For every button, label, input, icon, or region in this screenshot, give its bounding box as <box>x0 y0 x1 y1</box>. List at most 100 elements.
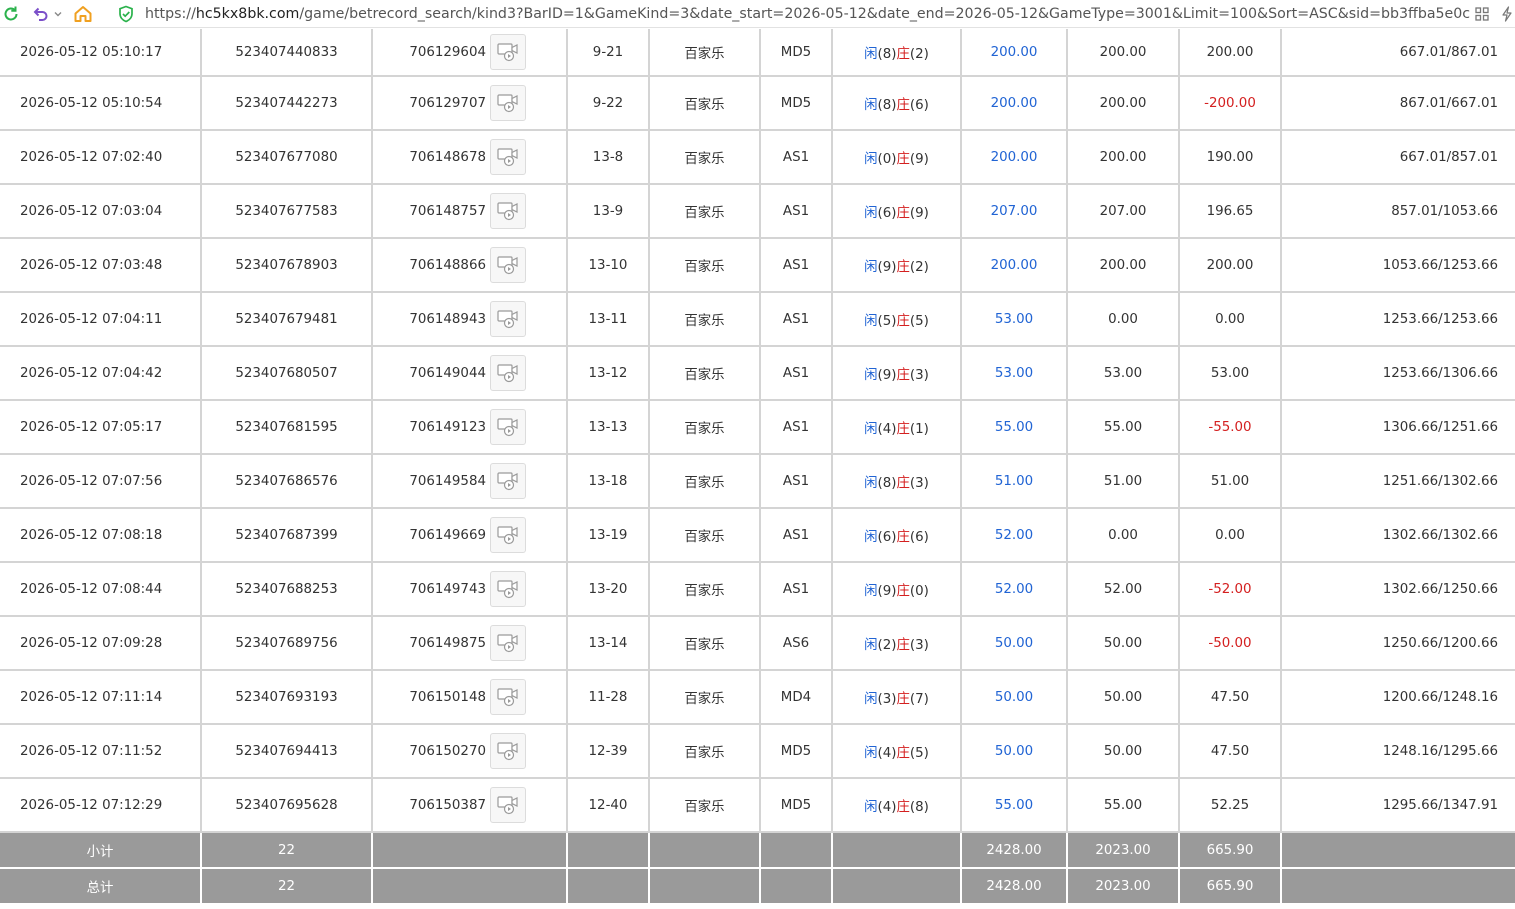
valid-bet-amount: 51.00 <box>1067 454 1180 509</box>
order-number: 523407694413 <box>201 724 373 779</box>
empty-cell <box>372 832 568 869</box>
banker-label: 庄 <box>896 368 910 383</box>
bill-cell: 706149044 <box>372 346 568 401</box>
round-number: 13-9 <box>567 184 650 239</box>
video-replay-icon[interactable] <box>490 733 526 769</box>
video-replay-icon[interactable] <box>490 355 526 391</box>
refresh-icon[interactable] <box>1 4 21 24</box>
bet-amount: 52.00 <box>961 508 1068 563</box>
valid-bet-amount: 207.00 <box>1067 184 1180 239</box>
game-name: 百家乐 <box>649 778 761 833</box>
bet-amount: 50.00 <box>961 670 1068 725</box>
game-name: 百家乐 <box>649 724 761 779</box>
video-replay-icon[interactable] <box>490 85 526 121</box>
url-host: hc5kx8bk.com <box>195 6 300 22</box>
result-cell: 闲(3)庄(7) <box>832 670 962 725</box>
undo-back-icon[interactable] <box>30 4 50 24</box>
bill-cell: 706149875 <box>372 616 568 671</box>
bet-time: 2026-05-12 07:08:44 <box>0 562 202 617</box>
table-row: 2026-05-12 07:03:04 523407677583 706148757… <box>0 184 1515 239</box>
bet-record-table: 2026-05-12 05:10:17 523407440833 706129604… <box>0 29 1515 905</box>
balance-change: 1295.66/1347.91 <box>1281 778 1515 833</box>
valid-bet-amount: 53.00 <box>1067 346 1180 401</box>
banker-score: (6) <box>909 530 929 545</box>
bet-amount: 53.00 <box>961 346 1068 401</box>
player-score: (6) <box>877 206 897 221</box>
round-number: 13-14 <box>567 616 650 671</box>
chevron-down-icon[interactable] <box>53 4 63 24</box>
video-replay-icon[interactable] <box>490 247 526 283</box>
video-replay-icon[interactable] <box>490 571 526 607</box>
player-label: 闲 <box>864 800 878 815</box>
table-row: 2026-05-12 07:05:17 523407681595 706149123… <box>0 400 1515 455</box>
player-score: (4) <box>877 422 897 437</box>
banker-label: 庄 <box>896 206 910 221</box>
shield-check-icon[interactable] <box>116 4 136 24</box>
video-replay-icon[interactable] <box>490 301 526 337</box>
empty-cell <box>649 868 761 905</box>
video-replay-icon[interactable] <box>490 193 526 229</box>
video-replay-icon[interactable] <box>490 34 526 70</box>
order-number: 523407440833 <box>201 29 373 77</box>
table-row: 2026-05-12 07:04:11 523407679481 706148943… <box>0 292 1515 347</box>
video-replay-icon[interactable] <box>490 517 526 553</box>
total-bet: 2428.00 <box>961 868 1068 905</box>
banker-score: (3) <box>909 638 929 653</box>
empty-cell <box>832 832 962 869</box>
valid-bet-amount: 55.00 <box>1067 400 1180 455</box>
banker-score: (5) <box>909 746 929 761</box>
game-name: 百家乐 <box>649 454 761 509</box>
balance-change: 1253.66/1306.66 <box>1281 346 1515 401</box>
home-icon[interactable] <box>73 4 93 24</box>
table-code: MD5 <box>760 76 833 131</box>
banker-label: 庄 <box>896 47 910 62</box>
bet-amount: 200.00 <box>961 238 1068 293</box>
balance-change: 857.01/1053.66 <box>1281 184 1515 239</box>
win-loss-amount: -52.00 <box>1179 562 1282 617</box>
bill-number: 706149123 <box>409 419 486 435</box>
video-replay-icon[interactable] <box>490 409 526 445</box>
bet-time: 2026-05-12 07:12:29 <box>0 778 202 833</box>
bet-amount: 50.00 <box>961 616 1068 671</box>
game-name: 百家乐 <box>649 346 761 401</box>
balance-change: 1251.66/1302.66 <box>1281 454 1515 509</box>
lightning-icon[interactable] <box>1497 4 1515 24</box>
round-number: 13-13 <box>567 400 650 455</box>
bet-amount: 200.00 <box>961 76 1068 131</box>
video-replay-icon[interactable] <box>490 625 526 661</box>
bet-time: 2026-05-12 07:07:56 <box>0 454 202 509</box>
table-row: 2026-05-12 07:08:44 523407688253 706149743… <box>0 562 1515 617</box>
video-replay-icon[interactable] <box>490 679 526 715</box>
bill-cell: 706148943 <box>372 292 568 347</box>
table-row: 2026-05-12 07:04:42 523407680507 706149044… <box>0 346 1515 401</box>
game-name: 百家乐 <box>649 562 761 617</box>
apps-grid-icon[interactable] <box>1472 4 1492 24</box>
bet-time: 2026-05-12 07:02:40 <box>0 130 202 185</box>
bet-amount: 52.00 <box>961 562 1068 617</box>
valid-bet-amount: 200.00 <box>1067 29 1180 77</box>
valid-bet-amount: 200.00 <box>1067 76 1180 131</box>
table-code: AS1 <box>760 454 833 509</box>
bill-cell: 706149123 <box>372 400 568 455</box>
game-name: 百家乐 <box>649 238 761 293</box>
empty-cell <box>832 868 962 905</box>
video-replay-icon[interactable] <box>490 787 526 823</box>
bet-amount: 200.00 <box>961 130 1068 185</box>
empty-cell <box>567 832 650 869</box>
url-scheme: https:// <box>145 6 196 22</box>
player-score: (2) <box>877 638 897 653</box>
order-number: 523407679481 <box>201 292 373 347</box>
video-replay-icon[interactable] <box>490 463 526 499</box>
result-cell: 闲(9)庄(0) <box>832 562 962 617</box>
video-replay-icon[interactable] <box>490 139 526 175</box>
address-bar[interactable]: https://hc5kx8bk.com/game/betrecord_sear… <box>145 0 1470 28</box>
banker-label: 庄 <box>896 422 910 437</box>
order-number: 523407681595 <box>201 400 373 455</box>
table-code: MD5 <box>760 778 833 833</box>
bill-cell: 706148678 <box>372 130 568 185</box>
result-cell: 闲(9)庄(2) <box>832 238 962 293</box>
player-score: (4) <box>877 746 897 761</box>
banker-score: (2) <box>909 47 929 62</box>
order-number: 523407677583 <box>201 184 373 239</box>
banker-label: 庄 <box>896 260 910 275</box>
